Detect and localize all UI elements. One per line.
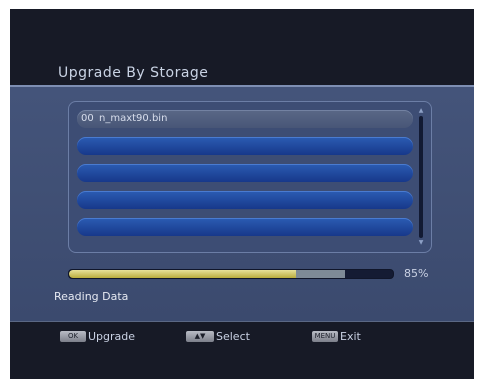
hint-exit-label: Exit <box>340 330 361 343</box>
file-row[interactable] <box>77 191 413 209</box>
progress-fill <box>69 270 296 278</box>
scroll-track[interactable] <box>419 116 423 238</box>
progress-percent: 85% <box>404 267 429 280</box>
scroll-up-icon[interactable]: ▲ <box>418 108 424 114</box>
footer-divider <box>10 321 474 322</box>
status-text: Reading Data <box>54 290 129 303</box>
file-row[interactable] <box>77 218 413 236</box>
hint-select-label: Select <box>216 330 250 343</box>
file-row-name: n_maxt90.bin <box>99 113 168 124</box>
file-row[interactable]: 00 n_maxt90.bin <box>77 110 413 128</box>
page-title: Upgrade By Storage <box>58 65 209 81</box>
file-list: 00 n_maxt90.bin ▲ ▼ <box>68 101 432 253</box>
file-row[interactable] <box>77 164 413 182</box>
up-down-key-icon: ▲▼ <box>186 331 214 342</box>
ok-key-icon: OK <box>60 331 86 342</box>
progress-bar <box>68 269 394 279</box>
progress-buffer <box>296 270 345 278</box>
file-row[interactable] <box>77 137 413 155</box>
menu-key-icon: MENU <box>312 331 338 342</box>
file-row-number: 00 <box>81 113 94 124</box>
hint-upgrade-label: Upgrade <box>88 330 136 343</box>
scroll-down-icon[interactable]: ▼ <box>418 240 424 246</box>
upgrade-screen: Upgrade By Storage 00 n_maxt90.bin ▲ ▼ 8… <box>10 9 474 379</box>
file-list-scrollbar[interactable]: ▲ ▼ <box>418 108 424 246</box>
